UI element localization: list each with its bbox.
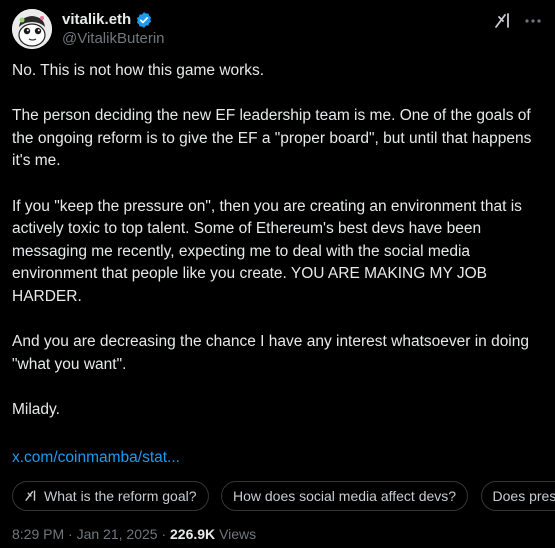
post-text: No. This is not how this game works. The… <box>12 60 547 444</box>
post-paragraph: If you "keep the pressure on", then you … <box>12 197 527 305</box>
post-paragraph: The person deciding the new EF leadershi… <box>12 107 536 170</box>
grok-suggestions: What is the reform goal? How does social… <box>12 481 555 511</box>
post-paragraph: Milady. <box>12 400 60 418</box>
views-label: Views <box>219 526 257 542</box>
post-header: vitalik.eth @VitalikButerin <box>12 9 543 49</box>
post-meta: 8:29 PM · Jan 21, 2025 · 226.9K Views <box>12 525 256 543</box>
author-handle[interactable]: @VitalikButerin <box>62 29 165 49</box>
grok-suggestion-label: Does pressure <box>492 488 555 504</box>
author-display-name[interactable]: vitalik.eth <box>62 10 131 29</box>
post-link[interactable]: x.com/coinmamba/stat... <box>12 448 180 468</box>
grok-suggestion-chip[interactable]: What is the reform goal? <box>12 481 209 511</box>
post: vitalik.eth @VitalikButerin No. This is … <box>0 0 555 548</box>
grok-suggestion-label: How does social media affect devs? <box>232 488 457 504</box>
meta-separator: · <box>161 526 167 542</box>
grok-suggestion-chip[interactable]: Does pressure <box>480 481 555 511</box>
author-display-name-row[interactable]: vitalik.eth <box>62 10 165 29</box>
grok-icon[interactable] <box>493 11 513 31</box>
post-paragraph: And you are decreasing the chance I have… <box>12 333 534 373</box>
grok-suggestion-chip[interactable]: How does social media affect devs? <box>220 481 469 511</box>
more-icon[interactable] <box>523 11 543 31</box>
author-names: vitalik.eth @VitalikButerin <box>62 10 165 49</box>
avatar[interactable] <box>12 9 52 49</box>
verified-badge-icon[interactable] <box>135 11 153 29</box>
views-count: 226.9K <box>170 526 216 542</box>
post-time[interactable]: 8:29 PM <box>12 526 64 542</box>
grok-suggestion-label: What is the reform goal? <box>44 488 197 504</box>
meta-separator: · <box>68 526 73 542</box>
post-date[interactable]: Jan 21, 2025 <box>77 526 158 542</box>
post-paragraph: No. This is not how this game works. <box>12 62 265 79</box>
grok-icon <box>25 490 36 501</box>
